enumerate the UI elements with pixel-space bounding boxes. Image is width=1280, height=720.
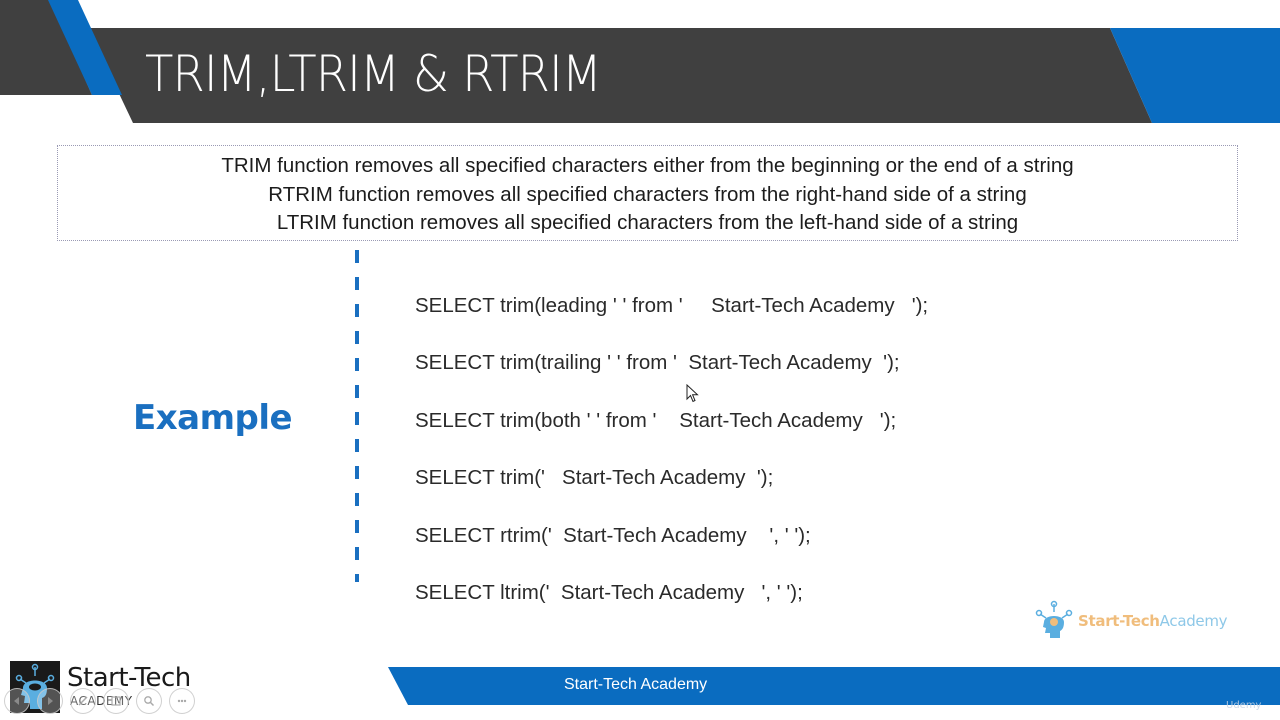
- slide: TRIM,LTRIM & RTRIM TRIM function removes…: [0, 0, 1280, 720]
- next-slide-button[interactable]: [37, 688, 63, 714]
- code-examples: SELECT trim(leading ' ' from ' Start-Tec…: [415, 291, 928, 635]
- definition-box: TRIM function removes all specified char…: [57, 145, 1238, 241]
- udemy-watermark: Udemy: [1226, 700, 1262, 711]
- example-label: Example: [133, 398, 293, 438]
- triangle-left-icon: [14, 697, 19, 705]
- more-options-button[interactable]: [169, 688, 195, 714]
- player-controls: [4, 688, 195, 714]
- slide-title: TRIM,LTRIM & RTRIM: [145, 45, 602, 103]
- code-line: SELECT ltrim(' Start-Tech Academy ', ' '…: [415, 580, 803, 604]
- brand-right-start-tech: Start-Tech: [1078, 612, 1160, 630]
- pencil-icon: [78, 696, 88, 706]
- zoom-button[interactable]: [136, 688, 162, 714]
- code-line: SELECT trim(trailing ' ' from ' Start-Te…: [415, 351, 900, 375]
- magnifier-icon: [144, 696, 155, 707]
- previous-slide-button[interactable]: [4, 688, 30, 714]
- slide-view-button[interactable]: [103, 688, 129, 714]
- code-line: SELECT trim(both ' ' from ' Start-Tech A…: [415, 408, 897, 432]
- brand-logo-right: Start-Tech Academy: [1034, 600, 1228, 642]
- screen-icon: [111, 696, 121, 706]
- code-line: SELECT rtrim(' Start-Tech Academy ', ' '…: [415, 523, 811, 547]
- footer-text: Start-Tech Academy: [564, 676, 708, 693]
- definition-ltrim: LTRIM function removes all specified cha…: [276, 211, 1019, 234]
- definition-rtrim: RTRIM function removes all specified cha…: [268, 182, 1027, 206]
- mouse-cursor-icon: [686, 384, 699, 403]
- robot-head-icon: [1035, 600, 1073, 638]
- pen-tool-button[interactable]: [70, 688, 96, 714]
- brand-right-academy: Academy: [1159, 612, 1228, 630]
- code-line: SELECT trim(leading ' ' from ' Start-Tec…: [415, 294, 929, 317]
- definition-trim: TRIM function removes all specified char…: [221, 154, 1074, 177]
- code-line: SELECT trim(' Start-Tech Academy ');: [415, 466, 774, 490]
- triangle-right-icon: [48, 697, 53, 705]
- ellipsis-icon: [177, 699, 187, 703]
- dashed-divider: [355, 250, 359, 582]
